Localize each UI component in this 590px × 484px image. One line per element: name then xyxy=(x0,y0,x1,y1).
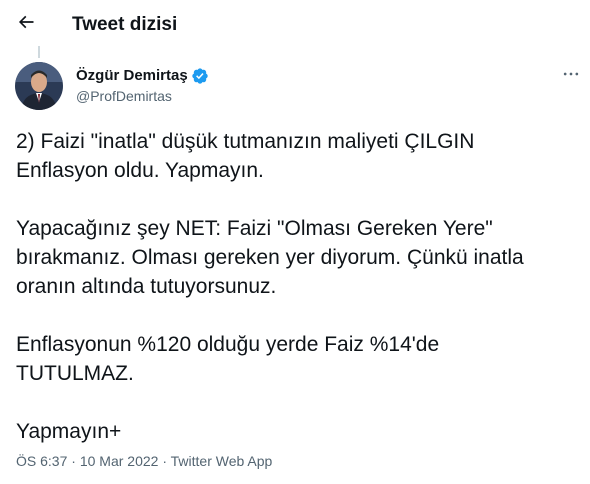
tweet-source[interactable]: Twitter Web App xyxy=(171,453,273,469)
meta-separator: · xyxy=(67,453,80,469)
tweet-line: Enflasyon oldu. Yapmayın. xyxy=(16,159,264,182)
tweet-paragraph: 2) Faizi "inatla" düşük tutmanızın maliy… xyxy=(16,127,576,185)
tweet-text: 2) Faizi "inatla" düşük tutmanızın maliy… xyxy=(16,127,576,446)
tweet-metadata: ÖS 6:37 · 10 Mar 2022 · Twitter Web App xyxy=(16,452,272,470)
tweet-line: bırakmanız. Olması gereken yer diyorum. … xyxy=(16,246,524,269)
tweet-time[interactable]: ÖS 6:37 xyxy=(16,453,67,469)
tweet-date[interactable]: 10 Mar 2022 xyxy=(80,453,159,469)
tweet-line: Yapmayın+ xyxy=(16,420,122,443)
author-info: Özgür Demirtaş @ProfDemirtas xyxy=(76,66,209,106)
tweet-paragraph: Enflasyonun %120 olduğu yerde Faiz %14'd… xyxy=(16,330,576,388)
more-horizontal-icon xyxy=(561,64,581,89)
tweet-line: oranın altında tutuyorsunuz. xyxy=(16,275,277,298)
verified-badge-icon xyxy=(191,67,209,85)
tweet-paragraph: Yapmayın+ xyxy=(16,417,576,446)
tweet-line: Yapacağınız şey NET: Faizi "Olması Gerek… xyxy=(16,217,493,240)
name-row: Özgür Demirtaş xyxy=(76,66,209,86)
arrow-left-icon xyxy=(16,12,36,37)
tweet-line: Enflasyonun %120 olduğu yerde Faiz %14'd… xyxy=(16,333,440,356)
thread-connector-line xyxy=(38,46,40,58)
tweet-line: 2) Faizi "inatla" düşük tutmanızın maliy… xyxy=(16,130,475,153)
top-header: Tweet dizisi xyxy=(0,0,590,52)
author-display-name[interactable]: Özgür Demirtaş xyxy=(76,66,188,86)
tweet-line: TUTULMAZ. xyxy=(16,362,134,385)
author-handle[interactable]: @ProfDemirtas xyxy=(76,86,209,106)
meta-separator: · xyxy=(158,453,171,469)
avatar[interactable] xyxy=(15,62,63,110)
more-options-button[interactable] xyxy=(556,64,586,88)
back-button[interactable] xyxy=(8,6,44,42)
page-title: Tweet dizisi xyxy=(72,14,178,35)
tweet-paragraph: Yapacağınız şey NET: Faizi "Olması Gerek… xyxy=(16,214,576,301)
